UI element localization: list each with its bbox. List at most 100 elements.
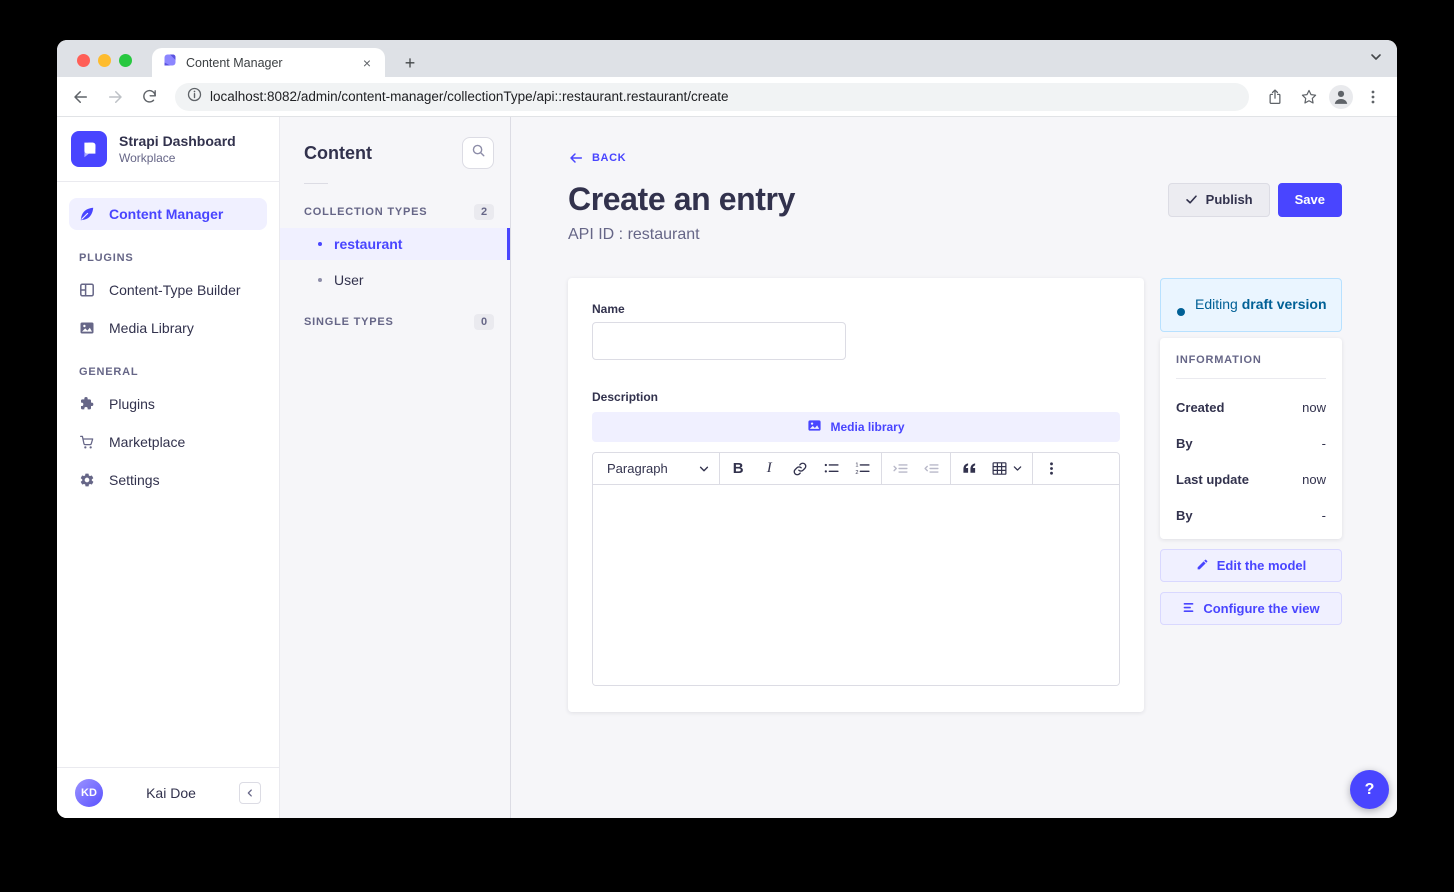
brand-text: Strapi Dashboard Workplace [119, 133, 236, 165]
strapi-logo-icon [71, 131, 107, 167]
table-icon[interactable] [985, 455, 1029, 483]
info-row-last-update: Last update now [1176, 472, 1326, 487]
subnav-item-restaurant[interactable]: restaurant [280, 228, 510, 260]
browser-tab[interactable]: Content Manager × [152, 48, 385, 77]
save-button[interactable]: Save [1278, 183, 1342, 217]
bulleted-list-icon[interactable] [816, 455, 847, 483]
rich-text-editor: Paragraph B I [592, 452, 1120, 686]
close-window-button[interactable] [77, 54, 90, 67]
information-card: INFORMATION Created now By - Last update [1160, 338, 1342, 539]
browser-address-bar: localhost:8082/admin/content-manager/col… [57, 77, 1397, 117]
subnav-divider [304, 183, 328, 184]
new-tab-button[interactable]: + [397, 50, 423, 76]
publish-button[interactable]: Publish [1168, 183, 1270, 217]
browser-profile-avatar[interactable] [1329, 85, 1353, 109]
information-title: INFORMATION [1176, 354, 1326, 366]
cart-icon [79, 434, 95, 450]
information-divider [1176, 378, 1326, 379]
media-library-label: Media library [830, 420, 904, 434]
configure-view-label: Configure the view [1203, 601, 1319, 616]
user-avatar[interactable]: KD [75, 779, 103, 807]
browser-tab-strip: Content Manager × + [57, 40, 1397, 77]
main-content: BACK Create an entry Publish Save API ID… [511, 117, 1397, 818]
entry-aside: Editing draft version INFORMATION Create… [1160, 278, 1342, 712]
toolbar-separator [719, 453, 720, 484]
link-icon[interactable] [785, 455, 816, 483]
sidebar-item-media-library[interactable]: Media Library [69, 312, 267, 344]
chevron-down-icon [698, 463, 710, 475]
browser-menu-icon[interactable] [1359, 83, 1387, 111]
quote-icon[interactable] [954, 455, 985, 483]
draft-status-text: Editing draft version [1195, 294, 1327, 316]
back-nav-icon[interactable] [67, 83, 95, 111]
toolbar-separator [881, 453, 882, 484]
italic-button[interactable]: I [754, 455, 785, 483]
subnav-item-label: User [334, 272, 364, 288]
main-sidebar: Strapi Dashboard Workplace Content Manag… [57, 117, 280, 818]
bookmark-star-icon[interactable] [1295, 83, 1323, 111]
fullscreen-window-button[interactable] [119, 54, 132, 67]
sidebar-item-label: Settings [109, 472, 160, 488]
reload-icon[interactable] [135, 83, 163, 111]
media-library-button[interactable]: Media library [592, 412, 1120, 442]
url-field[interactable]: localhost:8082/admin/content-manager/col… [175, 83, 1249, 111]
draft-status-box: Editing draft version [1160, 278, 1342, 332]
description-editor-area[interactable] [593, 485, 1119, 685]
workspace-brand[interactable]: Strapi Dashboard Workplace [57, 117, 279, 181]
sidebar-item-label: Marketplace [109, 434, 185, 450]
collapse-sidebar-button[interactable] [239, 782, 261, 804]
help-button[interactable]: ? [1350, 770, 1389, 809]
configure-view-button[interactable]: Configure the view [1160, 592, 1342, 625]
bold-button[interactable]: B [723, 455, 754, 483]
minimize-window-button[interactable] [98, 54, 111, 67]
sidebar-item-content-manager[interactable]: Content Manager [69, 198, 267, 230]
single-types-count-badge: 0 [474, 314, 494, 330]
brand-title: Strapi Dashboard [119, 133, 236, 149]
content-subnav: Content COLLECTION TYPES 2 restaurant Us… [280, 117, 511, 818]
more-options-icon[interactable] [1036, 455, 1067, 483]
close-tab-icon[interactable]: × [359, 55, 375, 71]
bullet-icon [318, 278, 322, 282]
back-link[interactable]: BACK [568, 150, 626, 166]
tab-title: Content Manager [186, 56, 351, 70]
sidebar-section-general: GENERAL [69, 350, 267, 388]
chevron-down-icon [1012, 463, 1023, 474]
browser-window: Content Manager × + localhost:8082/admin… [57, 40, 1397, 818]
collection-types-count-badge: 2 [474, 204, 494, 220]
outdent-icon[interactable] [916, 455, 947, 483]
sidebar-footer: KD Kai Doe [57, 767, 279, 818]
subnav-item-user[interactable]: User [280, 264, 510, 296]
subnav-item-label: restaurant [334, 236, 402, 252]
gear-icon [79, 472, 95, 488]
sidebar-item-content-type-builder[interactable]: Content-Type Builder [69, 274, 267, 306]
sidebar-nav: Content Manager PLUGINS Content-Type Bui… [57, 182, 279, 496]
header-actions: Publish Save [1168, 183, 1342, 217]
sidebar-item-label: Plugins [109, 396, 155, 412]
edit-model-button[interactable]: Edit the model [1160, 549, 1342, 582]
numbered-list-icon[interactable]: 12 [847, 455, 878, 483]
sidebar-item-marketplace[interactable]: Marketplace [69, 426, 267, 458]
name-input[interactable] [592, 322, 846, 360]
sidebar-item-plugins[interactable]: Plugins [69, 388, 267, 420]
info-row-created-by: By - [1176, 436, 1326, 451]
puzzle-icon [79, 396, 95, 412]
draft-dot-icon [1177, 308, 1185, 316]
share-icon[interactable] [1261, 83, 1289, 111]
block-type-select[interactable]: Paragraph [595, 453, 716, 484]
check-icon [1185, 193, 1198, 206]
media-library-icon [807, 418, 822, 436]
site-info-icon[interactable] [187, 87, 202, 107]
search-button[interactable] [462, 137, 494, 169]
configure-icon [1182, 601, 1195, 617]
forward-nav-icon[interactable] [101, 83, 129, 111]
tab-overflow-chevron-icon[interactable] [1369, 50, 1383, 69]
sidebar-item-settings[interactable]: Settings [69, 464, 267, 496]
subnav-title: Content [304, 143, 372, 164]
group-label: SINGLE TYPES [304, 316, 394, 328]
strapi-app: Strapi Dashboard Workplace Content Manag… [57, 117, 1397, 818]
back-label: BACK [592, 152, 626, 164]
entry-form-card: Name Description Media library Paragraph [568, 278, 1144, 712]
edit-model-label: Edit the model [1217, 558, 1307, 573]
single-types-header: SINGLE TYPES 0 [280, 300, 510, 338]
indent-icon[interactable] [885, 455, 916, 483]
